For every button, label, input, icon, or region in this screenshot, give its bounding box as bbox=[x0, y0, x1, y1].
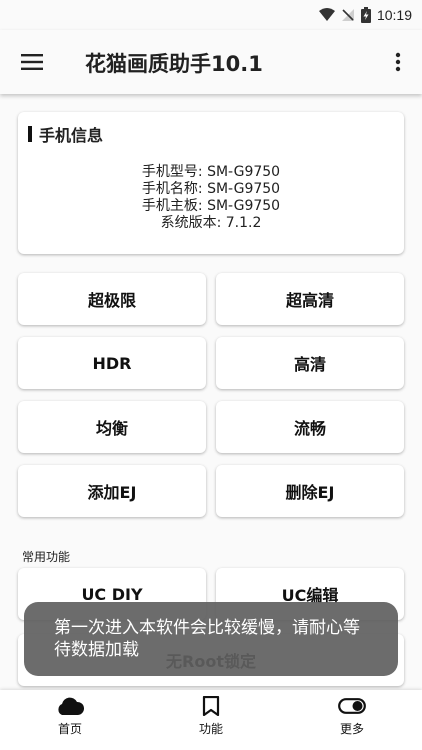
hd-button[interactable]: 高清 bbox=[216, 337, 404, 389]
nav-more-label: 更多 bbox=[339, 722, 364, 736]
nav-functions-label: 功能 bbox=[198, 722, 223, 736]
wifi-icon bbox=[318, 8, 335, 21]
ultra-extreme-button[interactable]: 超极限 bbox=[18, 273, 206, 325]
balanced-button[interactable]: 均衡 bbox=[18, 401, 206, 453]
app-bar: 花猫画质助手10.1 bbox=[0, 30, 422, 94]
bookmark-icon bbox=[202, 696, 220, 716]
app-title: 花猫画质助手10.1 bbox=[85, 52, 263, 76]
phone-name-line: 手机名称: SM-G9750 bbox=[141, 181, 281, 197]
phone-info-lines: 手机型号: SM-G9750 手机名称: SM-G9750 手机主板: SM-G… bbox=[18, 164, 404, 232]
more-vert-icon bbox=[395, 52, 401, 72]
hamburger-menu-icon bbox=[21, 54, 43, 70]
phone-info-title-text: 手机信息 bbox=[39, 126, 104, 145]
status-icons: 10:19 bbox=[318, 6, 412, 24]
phone-info-title: 手机信息 bbox=[28, 122, 103, 146]
cloud-icon bbox=[58, 697, 84, 715]
battery-charging-icon bbox=[360, 7, 371, 23]
common-functions-label: 常用功能 bbox=[22, 550, 71, 564]
title-accent-bar bbox=[28, 126, 32, 142]
ultra-hd-button[interactable]: 超高清 bbox=[216, 273, 404, 325]
status-time: 10:19 bbox=[376, 7, 412, 23]
nav-item-functions[interactable]: 功能 bbox=[141, 690, 281, 750]
nav-home-label: 首页 bbox=[57, 722, 82, 736]
phone-board-line: 手机主板: SM-G9750 bbox=[141, 198, 281, 214]
bottom-nav: 首页 功能 更多 bbox=[0, 690, 422, 750]
smooth-button[interactable]: 流畅 bbox=[216, 401, 404, 453]
loading-toast: 第一次进入本软件会比较缓慢，请耐心等待数据加载 bbox=[24, 602, 398, 676]
hdr-button[interactable]: HDR bbox=[18, 337, 206, 389]
phone-model-line: 手机型号: SM-G9750 bbox=[141, 164, 281, 180]
menu-button[interactable] bbox=[18, 48, 46, 76]
nav-item-home[interactable]: 首页 bbox=[0, 690, 140, 750]
nav-item-more[interactable]: 更多 bbox=[282, 690, 422, 750]
toggle-icon bbox=[338, 698, 366, 714]
delete-ej-button[interactable]: 删除EJ bbox=[216, 465, 404, 517]
status-bar: 10:19 bbox=[0, 0, 422, 30]
add-ej-button[interactable]: 添加EJ bbox=[18, 465, 206, 517]
no-sim-icon bbox=[341, 9, 354, 21]
phone-info-card: 手机信息 手机型号: SM-G9750 手机名称: SM-G9750 手机主板:… bbox=[18, 112, 404, 254]
more-options-button[interactable] bbox=[386, 48, 410, 76]
system-version-line: 系统版本: 7.1.2 bbox=[160, 215, 262, 231]
